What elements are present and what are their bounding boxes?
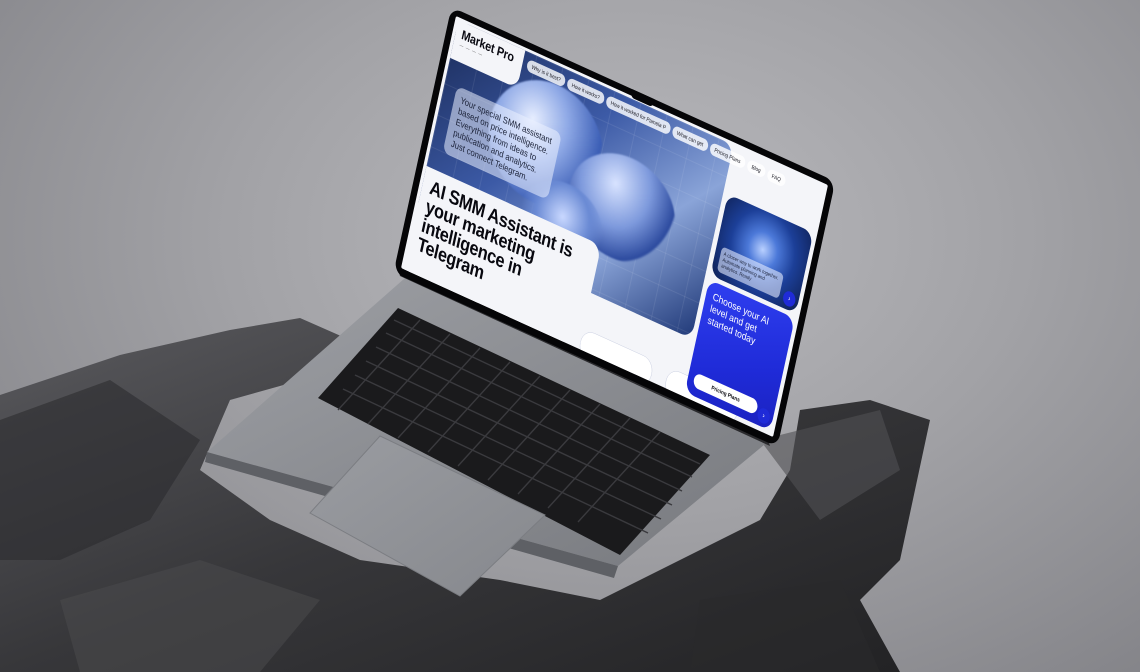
scene: Market Pro — — — — Why is it best? How i… — [0, 0, 1140, 672]
nav-item-blog[interactable]: Blog — [745, 158, 767, 179]
nav-item-faq[interactable]: FAQ — [766, 167, 787, 188]
